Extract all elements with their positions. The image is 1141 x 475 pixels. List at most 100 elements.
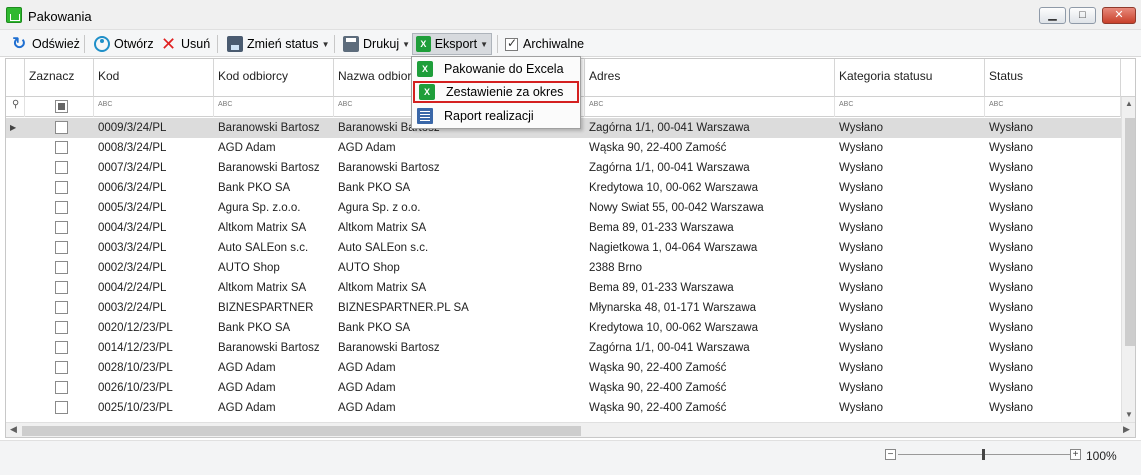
cell-kod: 0003/3/24/PL xyxy=(98,242,167,254)
cell-kategoria: Wysłano xyxy=(839,402,883,414)
column-header-adres[interactable]: Adres xyxy=(585,59,835,97)
cell-adres: 2388 Brno xyxy=(589,262,643,274)
column-header-kod-odbiorcy[interactable]: Kod odbiorcy xyxy=(214,59,334,97)
vertical-scrollbar[interactable]: ▲ ▼ xyxy=(1121,97,1135,423)
cell-status: Wysłano xyxy=(989,282,1033,294)
cell-status: Wysłano xyxy=(989,302,1033,314)
printer-icon xyxy=(343,36,359,52)
cell-kod: 0007/3/24/PL xyxy=(98,162,167,174)
row-checkbox[interactable] xyxy=(55,181,68,194)
archival-checkbox[interactable] xyxy=(505,36,518,51)
change-status-button[interactable]: Zmień status ▼ xyxy=(224,33,332,55)
open-button[interactable]: Otwórz xyxy=(91,33,157,55)
row-checkbox[interactable] xyxy=(55,361,68,374)
menu-item-label: Pakowanie do Excela xyxy=(444,62,564,76)
title-bar: Pakowania ▁ □ ✕ xyxy=(0,0,1141,30)
column-header-kod[interactable]: Kod xyxy=(94,59,214,97)
table-row[interactable]: 0014/12/23/PL Baranowski Bartosz Baranowsk… xyxy=(6,338,1121,358)
cell-kod-odbiorcy: Baranowski Bartosz xyxy=(218,122,320,134)
menu-item-raport-realizacji[interactable]: Raport realizacji xyxy=(413,105,579,127)
row-checkbox[interactable] xyxy=(55,141,68,154)
filter-kod[interactable]: ABC xyxy=(94,97,214,117)
filter-adres[interactable]: ABC xyxy=(585,97,835,117)
row-checkbox[interactable] xyxy=(55,401,68,414)
filter-zaznacz[interactable] xyxy=(25,97,94,117)
row-checkbox[interactable] xyxy=(55,341,68,354)
scroll-down-icon[interactable]: ▼ xyxy=(1125,410,1133,419)
zoom-slider-thumb[interactable] xyxy=(982,449,985,460)
table-row[interactable]: 0004/2/24/PL Altkom Matrix SA Altkom Matri… xyxy=(6,278,1121,298)
row-checkbox[interactable] xyxy=(55,221,68,234)
table-row[interactable]: 0025/10/23/PL AGD Adam AGD Adam Wąska 90, 2… xyxy=(6,398,1121,418)
row-checkbox[interactable] xyxy=(55,161,68,174)
scroll-right-icon[interactable]: ▶ xyxy=(1123,424,1130,435)
cell-nazwa: AGD Adam xyxy=(338,362,396,374)
menu-item-pakowanie-do-excela[interactable]: X Pakowanie do Excela xyxy=(413,58,579,80)
table-row[interactable]: 0004/3/24/PL Altkom Matrix SA Altkom Matri… xyxy=(6,218,1121,238)
row-checkbox[interactable] xyxy=(55,241,68,254)
table-row[interactable]: 0002/3/24/PL AUTO Shop AUTO Shop 2388 Brno W… xyxy=(6,258,1121,278)
scroll-left-icon[interactable]: ◀ xyxy=(10,424,17,435)
table-row[interactable]: 0007/3/24/PL Baranowski Bartosz Baranowski… xyxy=(6,158,1121,178)
export-button[interactable]: X Eksport ▼ xyxy=(412,33,492,55)
row-checkbox[interactable] xyxy=(55,321,68,334)
cell-nazwa: Altkom Matrix SA xyxy=(338,282,427,294)
vertical-scroll-thumb[interactable] xyxy=(1125,118,1135,346)
row-checkbox[interactable] xyxy=(55,381,68,394)
zoom-in-button[interactable]: + xyxy=(1070,449,1081,460)
table-row[interactable]: 0005/3/24/PL Agura Sp. z.o.o. Agura Sp. z … xyxy=(6,198,1121,218)
horizontal-scroll-thumb[interactable] xyxy=(22,426,581,436)
filter-kod-odbiorcy[interactable]: ABC xyxy=(214,97,334,117)
horizontal-scrollbar[interactable]: ◀ ▶ xyxy=(6,422,1135,437)
close-button[interactable]: ✕ xyxy=(1102,7,1136,24)
cell-nazwa: Baranowski Bartosz xyxy=(338,342,440,354)
table-row[interactable]: 0008/3/24/PL AGD Adam AGD Adam Wąska 90, 22… xyxy=(6,138,1121,158)
table-row[interactable]: 0003/2/24/PL BIZNESPARTNER BIZNESPARTNER.P… xyxy=(6,298,1121,318)
delete-button[interactable]: ✕ Usuń xyxy=(158,33,213,55)
filter-status[interactable]: ABC xyxy=(985,97,1121,117)
text-filter-icon: ABC xyxy=(989,101,1004,108)
table-row[interactable]: 0026/10/23/PL AGD Adam AGD Adam Wąska 90, 2… xyxy=(6,378,1121,398)
toolbar-separator xyxy=(84,35,85,53)
cell-adres: Zagórna 1/1, 00-041 Warszawa xyxy=(589,122,750,134)
zoom-level: 100% xyxy=(1086,449,1117,463)
column-header-kategoria-statusu[interactable]: Kategoria statusu xyxy=(835,59,985,97)
text-filter-icon: ABC xyxy=(218,101,233,108)
table-row[interactable]: 0006/3/24/PL Bank PKO SA Bank PKO SA Kredyt… xyxy=(6,178,1121,198)
row-checkbox[interactable] xyxy=(55,121,68,134)
column-header-zaznacz[interactable]: Zaznacz xyxy=(25,59,94,97)
menu-item-zestawienie-za-okres[interactable]: X Zestawienie za okres xyxy=(413,81,579,103)
cell-nazwa: Agura Sp. z o.o. xyxy=(338,202,421,214)
row-checkbox[interactable] xyxy=(55,301,68,314)
cell-kategoria: Wysłano xyxy=(839,362,883,374)
print-button[interactable]: Drukuj ▼ xyxy=(340,33,413,55)
scroll-up-icon[interactable]: ▲ xyxy=(1125,99,1133,108)
cell-nazwa: AGD Adam xyxy=(338,402,396,414)
cell-kod-odbiorcy: AGD Adam xyxy=(218,362,276,374)
row-checkbox[interactable] xyxy=(55,261,68,274)
row-checkbox[interactable] xyxy=(55,201,68,214)
cell-status: Wysłano xyxy=(989,362,1033,374)
table-row[interactable]: 0020/12/23/PL Bank PKO SA Bank PKO SA Kredy… xyxy=(6,318,1121,338)
filter-kategoria-statusu[interactable]: ABC xyxy=(835,97,985,117)
table-row[interactable]: 0028/10/23/PL AGD Adam AGD Adam Wąska 90, 2… xyxy=(6,358,1121,378)
column-header-status[interactable]: Status xyxy=(985,59,1121,97)
row-checkbox[interactable] xyxy=(55,281,68,294)
archival-toggle[interactable]: Archiwalne xyxy=(502,33,587,55)
window-title: Pakowania xyxy=(28,9,92,24)
maximize-button[interactable]: □ xyxy=(1069,7,1096,24)
minimize-button[interactable]: ▁ xyxy=(1039,7,1066,24)
table-row[interactable]: 0003/3/24/PL Auto SALEon s.c. Auto SALEon … xyxy=(6,238,1121,258)
text-filter-icon: ABC xyxy=(589,101,604,108)
cell-kategoria: Wysłano xyxy=(839,242,883,254)
cell-nazwa: AGD Adam xyxy=(338,142,396,154)
zoom-out-button[interactable]: − xyxy=(885,449,896,460)
cell-kod-odbiorcy: AGD Adam xyxy=(218,382,276,394)
cell-adres: Wąska 90, 22-400 Zamość xyxy=(589,142,727,154)
select-all-checkbox[interactable] xyxy=(55,100,68,113)
cell-kod-odbiorcy: Baranowski Bartosz xyxy=(218,342,320,354)
cell-kod-odbiorcy: Altkom Matrix SA xyxy=(218,282,307,294)
export-label: Eksport xyxy=(434,37,478,51)
refresh-button[interactable]: ↻ Odśwież xyxy=(9,33,83,55)
cell-kod: 0004/3/24/PL xyxy=(98,222,167,234)
